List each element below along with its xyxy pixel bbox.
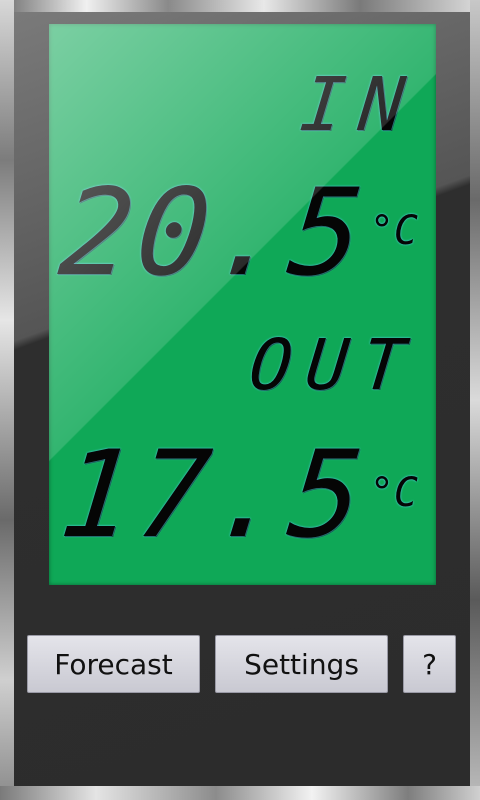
lcd-screen: IN 20.5 °C OUT 17.5 °C: [49, 24, 436, 585]
settings-button[interactable]: Settings: [215, 635, 388, 693]
help-button[interactable]: ?: [403, 635, 456, 693]
outside-temp-unit: °C: [369, 470, 418, 516]
forecast-button[interactable]: Forecast: [27, 635, 200, 693]
device-body: IN 20.5 °C OUT 17.5 °C Forecast Settings…: [14, 12, 470, 786]
frame-right-edge: [470, 0, 480, 800]
inside-temp-unit: °C: [369, 208, 418, 254]
inside-temperature: 20.5 °C: [54, 164, 418, 303]
button-bar: Forecast Settings ?: [27, 635, 457, 695]
weather-station-device: IN 20.5 °C OUT 17.5 °C Forecast Settings…: [0, 0, 480, 800]
outside-temperature: 17.5 °C: [54, 426, 418, 565]
frame-left-edge: [0, 0, 14, 800]
frame-top-edge: [0, 0, 480, 12]
outside-label: OUT: [245, 324, 423, 406]
outside-temp-value: 17.5: [53, 426, 374, 565]
inside-label: IN: [296, 62, 423, 148]
frame-bottom-edge: [0, 786, 480, 800]
inside-temp-value: 20.5: [53, 164, 374, 303]
